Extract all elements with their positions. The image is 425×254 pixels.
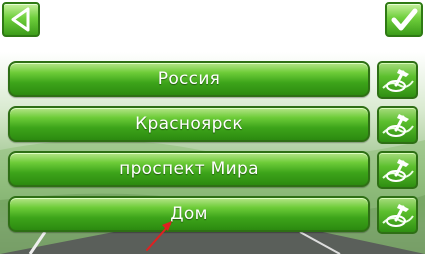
- red-arrow-icon: [146, 221, 172, 251]
